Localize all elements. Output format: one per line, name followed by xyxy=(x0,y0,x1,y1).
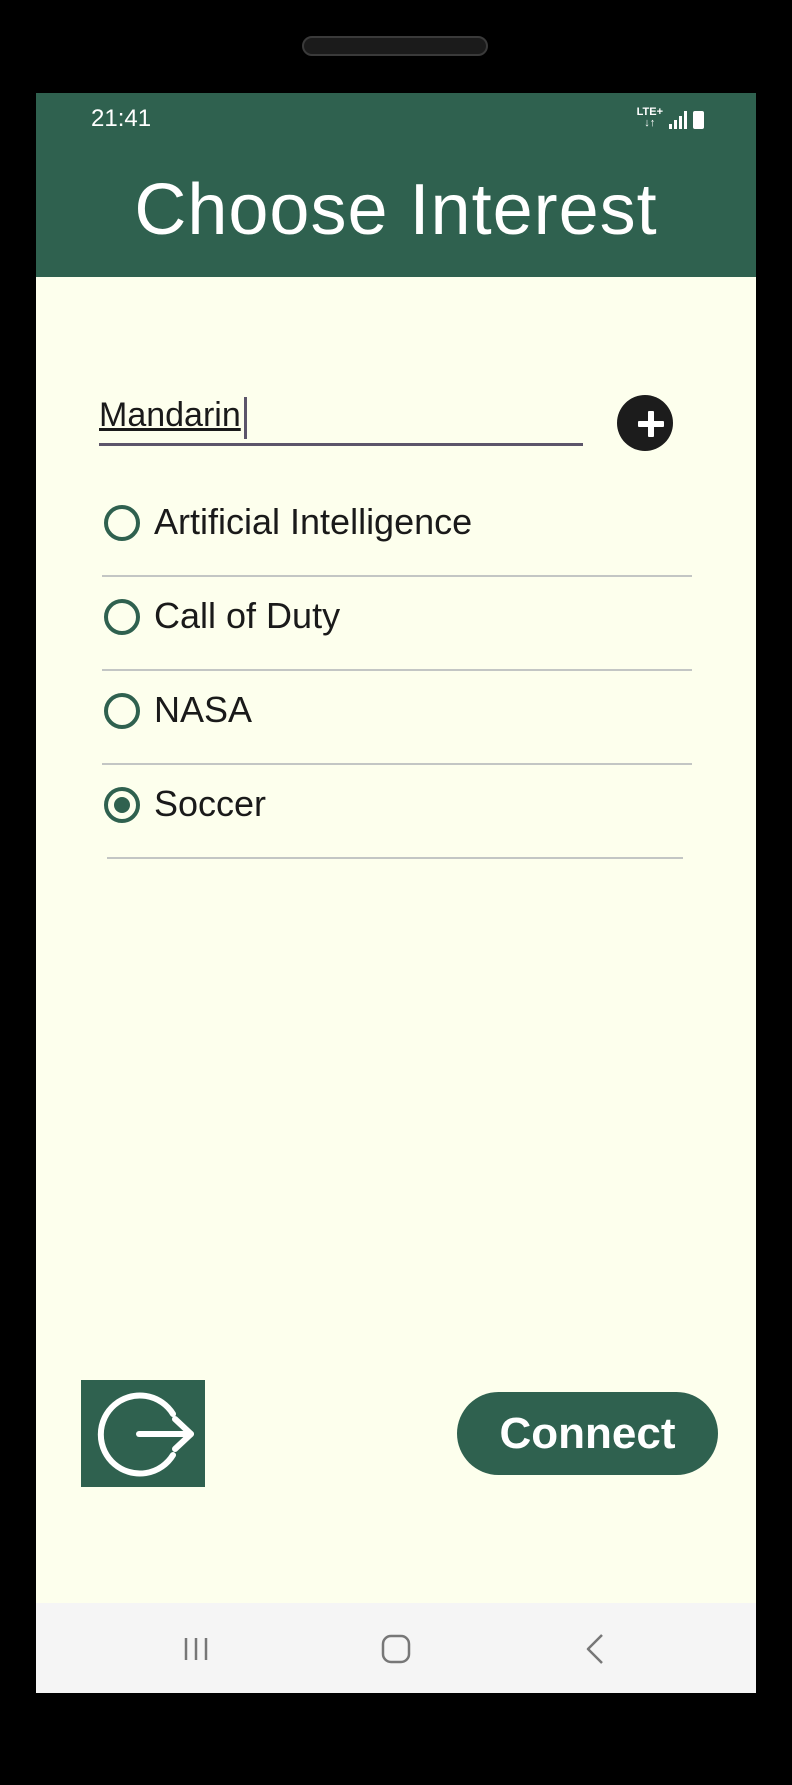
phone-frame: 21:41 LTE+ ↓↑ Choose Interest Mandarin A… xyxy=(0,0,792,1785)
radio-label: Artificial Intelligence xyxy=(154,501,473,542)
status-icons: LTE+ ↓↑ xyxy=(637,107,704,129)
status-time: 21:41 xyxy=(91,105,152,132)
radio-label: Soccer xyxy=(154,783,267,824)
radio-item-call-of-duty[interactable]: Call of Duty xyxy=(102,577,692,671)
text-cursor xyxy=(244,397,247,439)
radio-button[interactable] xyxy=(104,505,140,541)
radio-item-soccer[interactable]: Soccer xyxy=(104,765,683,859)
interest-input[interactable] xyxy=(99,387,583,443)
back-icon[interactable] xyxy=(574,1627,618,1671)
plus-icon xyxy=(638,411,664,437)
radio-button[interactable] xyxy=(104,693,140,729)
add-interest-button[interactable] xyxy=(617,395,673,451)
app-bar: 21:41 LTE+ ↓↑ Choose Interest xyxy=(36,93,756,277)
signal-icon xyxy=(669,111,687,129)
radio-button[interactable] xyxy=(104,599,140,635)
system-nav-bar xyxy=(36,1603,756,1693)
data-arrows: ↓↑ xyxy=(644,117,656,129)
radio-button-selected[interactable] xyxy=(104,787,140,823)
radio-label: Call of Duty xyxy=(154,595,341,636)
radio-selected-dot xyxy=(114,797,130,813)
lte-icon: LTE+ ↓↑ xyxy=(637,107,663,129)
home-icon[interactable] xyxy=(374,1627,418,1671)
interest-input-field[interactable] xyxy=(99,387,583,446)
interest-radio-group: Artificial Intelligence Call of Duty NAS… xyxy=(102,483,692,859)
connect-button[interactable]: Connect xyxy=(457,1392,718,1475)
speaker-grille xyxy=(302,36,488,56)
recent-apps-icon[interactable] xyxy=(174,1627,218,1671)
radio-label: NASA xyxy=(154,689,253,730)
battery-charging-icon xyxy=(693,111,704,129)
page-title: Choose Interest xyxy=(134,170,658,250)
radio-item-artificial-intelligence[interactable]: Artificial Intelligence xyxy=(102,483,692,577)
logout-icon xyxy=(97,1392,194,1477)
logout-button[interactable] xyxy=(81,1380,205,1487)
app-screen: 21:41 LTE+ ↓↑ Choose Interest Mandarin A… xyxy=(36,93,756,1693)
radio-item-nasa[interactable]: NASA xyxy=(102,671,692,765)
